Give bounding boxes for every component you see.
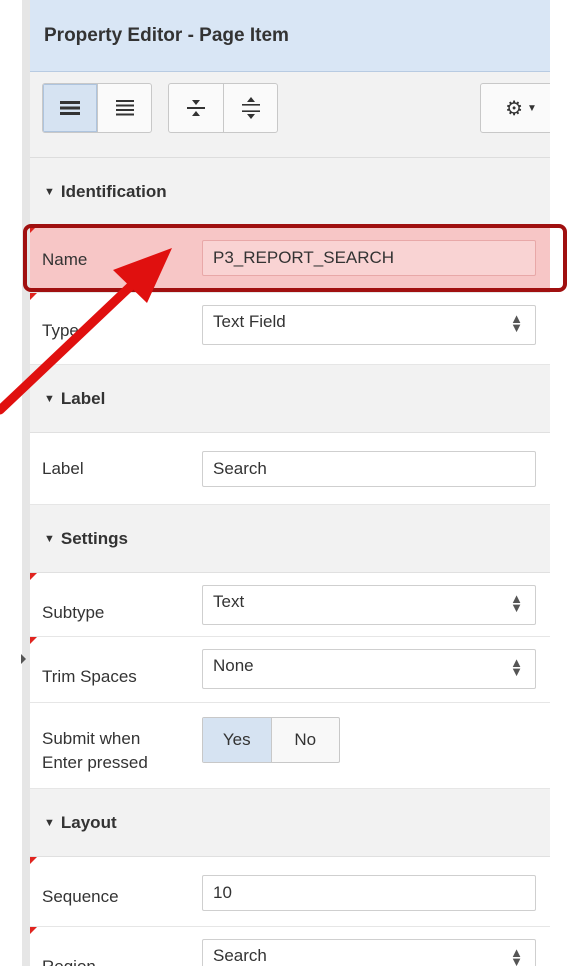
annotation-arrow-icon — [0, 248, 172, 415]
